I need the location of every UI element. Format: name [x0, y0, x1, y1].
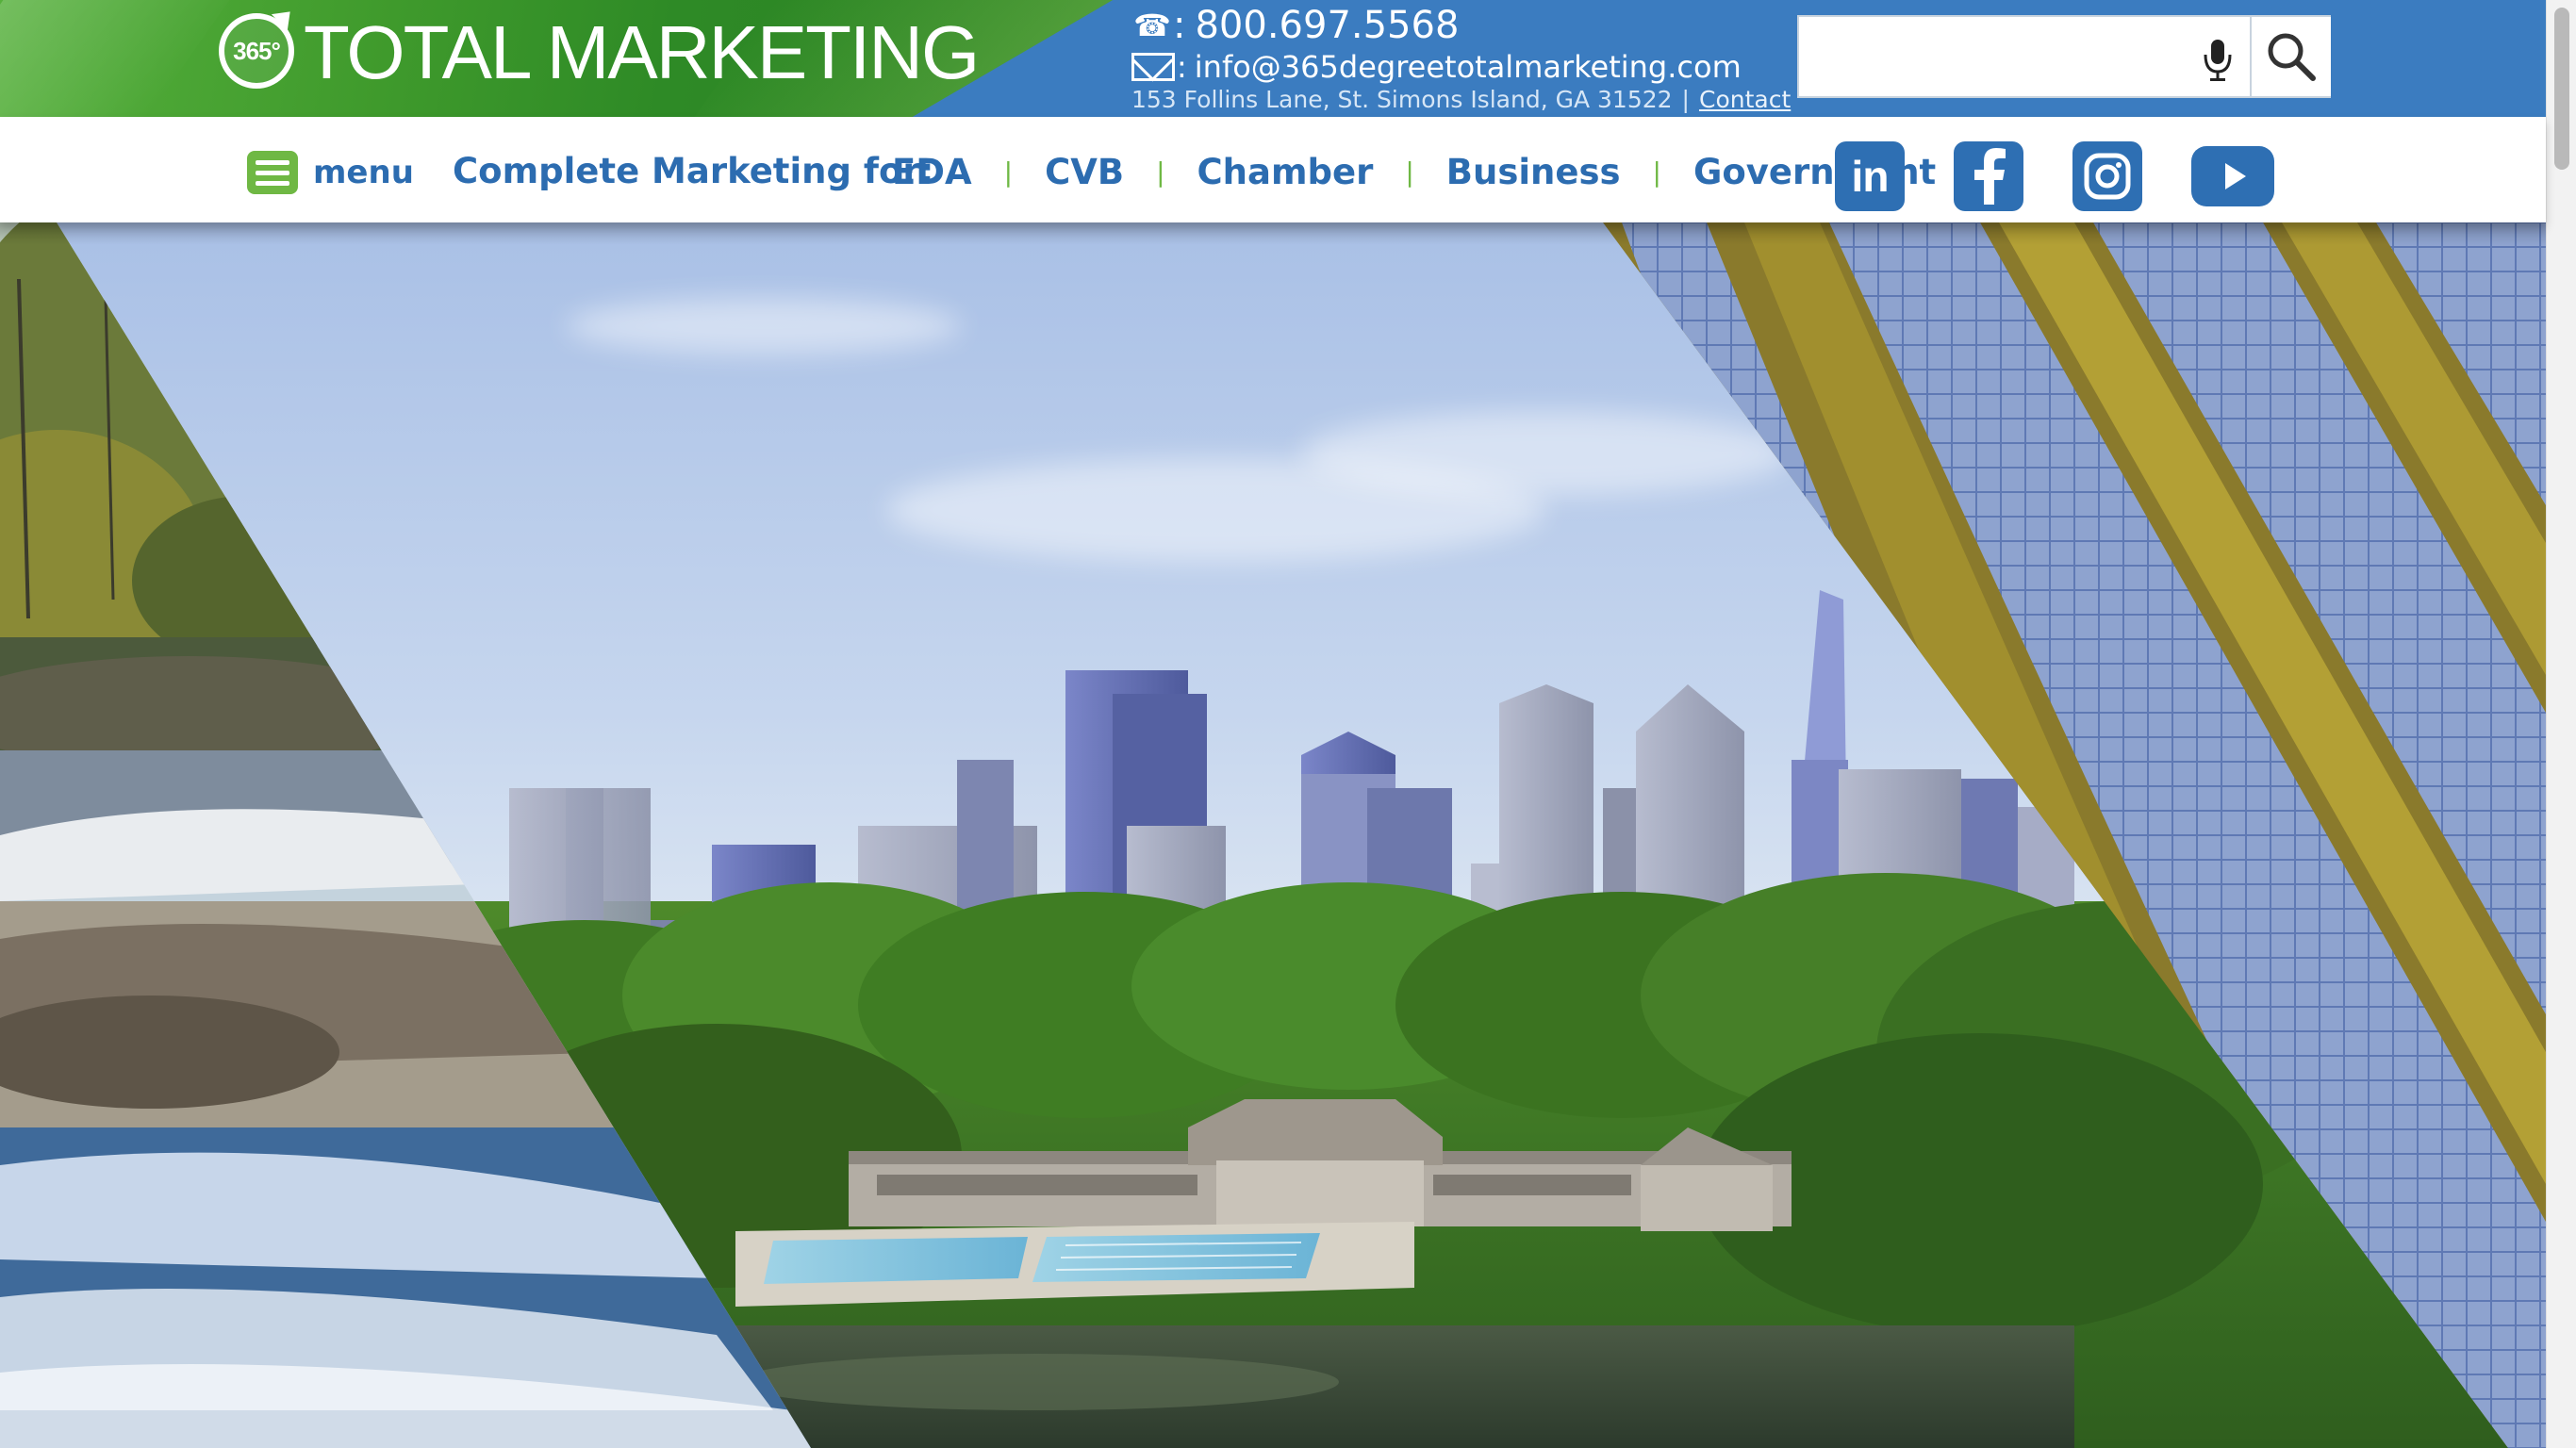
nav-link-cvb[interactable]: CVB [1045, 152, 1124, 192]
nav-separator: | [1003, 156, 1014, 188]
menu-label: menu [313, 154, 414, 191]
facebook-icon [1974, 148, 2006, 205]
address-separator: | [1681, 85, 1690, 113]
envelope-icon [1131, 53, 1175, 81]
email-link[interactable]: info@365degreetotalmarketing.com [1195, 49, 1742, 85]
scrollbar-thumb[interactable] [2554, 8, 2569, 170]
main-nav-bar: menu Complete Marketing for: EDA | CVB |… [0, 117, 2546, 222]
hero-image [0, 222, 2546, 1448]
search-button[interactable] [2250, 17, 2331, 96]
phone-number-link[interactable]: 800.697.5568 [1195, 4, 1459, 47]
nav-separator: | [1652, 156, 1661, 188]
search-box [1797, 15, 2331, 98]
nav-link-eda[interactable]: EDA [892, 152, 972, 192]
search-input[interactable] [1799, 17, 2195, 96]
search-icon [2268, 33, 2316, 81]
email-prefix: : [1177, 49, 1187, 85]
phone-icon: ☎ [1133, 8, 1171, 43]
linkedin-icon: in [1851, 152, 1890, 201]
youtube-icon [2225, 163, 2246, 189]
nav-links: EDA | CVB | Chamber | Business | Governm… [892, 145, 1936, 198]
facebook-button[interactable] [1954, 141, 2023, 211]
logo-365-badge[interactable]: 365° [219, 3, 299, 89]
address-row: 153 Follins Lane, St. Simons Island, GA … [1131, 85, 1791, 113]
nav-link-business[interactable]: Business [1446, 152, 1621, 192]
address-text: 153 Follins Lane, St. Simons Island, GA … [1131, 85, 1673, 113]
page-scrollbar[interactable] [2546, 0, 2576, 1448]
nav-separator: | [1156, 156, 1165, 188]
nav-separator: | [1405, 156, 1414, 188]
contact-link[interactable]: Contact [1699, 86, 1791, 113]
menu-button[interactable]: menu [247, 151, 414, 194]
contact-block: ☎ : 800.697.5568 : info@365degreetotalma… [1131, 2, 1791, 113]
top-header-bar: 365° TOTAL MARKETING ☎ : 800.697.5568 : … [0, 0, 2546, 117]
social-links: in [1835, 141, 2274, 211]
logo-badge-text: 365° [233, 36, 281, 65]
instagram-icon [2084, 153, 2131, 200]
logo-wordmark[interactable]: TOTAL MARKETING [304, 6, 980, 100]
hamburger-icon [247, 151, 298, 194]
microphone-icon[interactable] [2189, 17, 2246, 96]
phone-row: ☎ : 800.697.5568 [1131, 2, 1791, 49]
hero-top-shadow [0, 222, 2546, 245]
complete-marketing-label[interactable]: Complete Marketing for: [453, 145, 933, 198]
phone-prefix: : [1173, 4, 1186, 47]
nav-link-chamber[interactable]: Chamber [1197, 152, 1374, 192]
youtube-button[interactable] [2191, 146, 2274, 206]
linkedin-button[interactable]: in [1835, 141, 1905, 211]
instagram-button[interactable] [2072, 141, 2142, 211]
email-row: : info@365degreetotalmarketing.com [1131, 49, 1791, 85]
